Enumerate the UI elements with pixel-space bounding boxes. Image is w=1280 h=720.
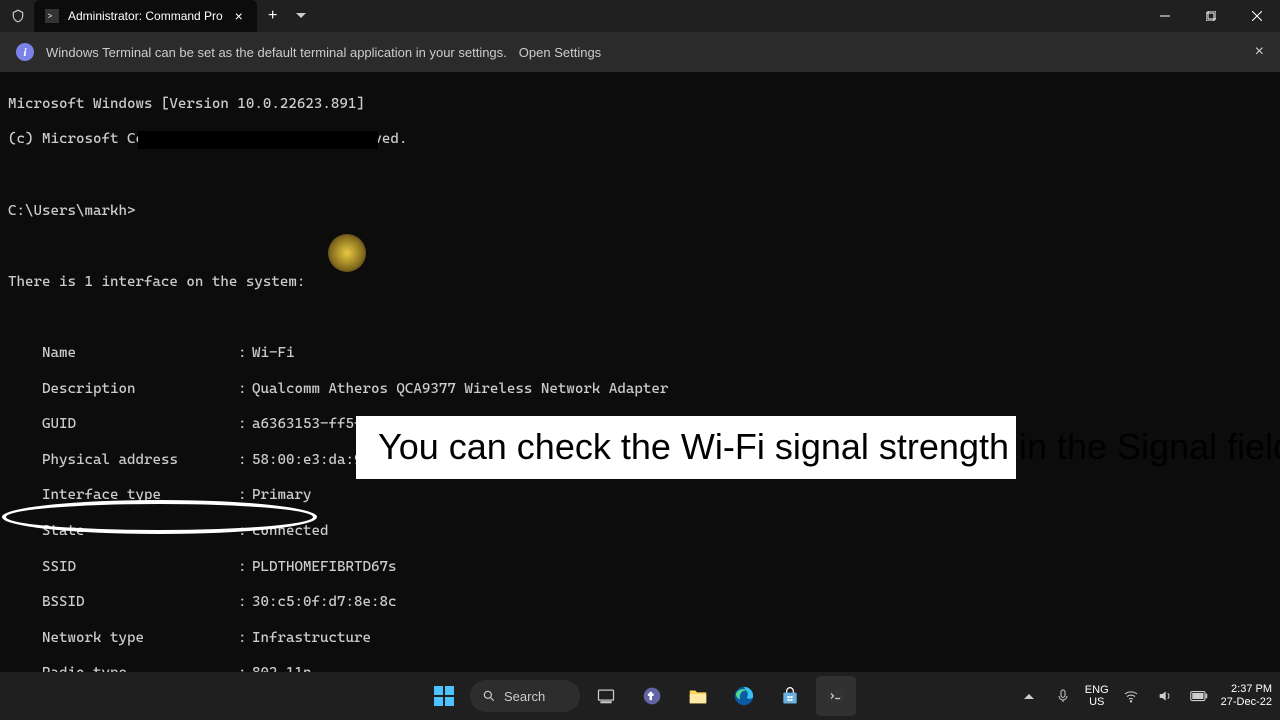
svg-text:>: > [48,13,53,22]
cmd-icon: > [44,8,60,24]
tray-chevron-icon[interactable] [1017,684,1041,708]
interface-header: There is 1 interface on the system: [8,274,1272,292]
battery-icon[interactable] [1187,684,1211,708]
microphone-icon[interactable] [1051,684,1075,708]
search-icon [482,689,496,703]
titlebar: > Administrator: Command Pro × + [0,0,1280,32]
window-controls [1142,0,1280,32]
infobar-text: Windows Terminal can be set as the defau… [46,45,507,60]
maximize-button[interactable] [1188,0,1234,32]
tab-title: Administrator: Command Pro [68,9,223,23]
new-tab-button[interactable]: + [257,0,289,32]
prompt: C:\Users\markh> [8,203,135,219]
language-indicator[interactable]: ENG US [1085,684,1109,708]
start-button[interactable] [424,676,464,716]
shield-icon [10,8,26,24]
tab-close-button[interactable]: × [231,8,247,24]
close-button[interactable] [1234,0,1280,32]
clock[interactable]: 2:37 PM 27-Dec-22 [1221,683,1272,708]
minimize-button[interactable] [1142,0,1188,32]
file-explorer-icon[interactable] [678,676,718,716]
volume-icon[interactable] [1153,684,1177,708]
tab-dropdown-button[interactable] [289,0,313,32]
annotation-text: You can check the Wi-Fi signal strength … [356,416,1016,479]
tab-active[interactable]: > Administrator: Command Pro × [34,0,257,32]
open-settings-link[interactable]: Open Settings [519,45,601,60]
taskbar-search[interactable]: Search [470,680,580,712]
infobar: i Windows Terminal can be set as the def… [0,32,1280,72]
task-view-button[interactable] [586,676,626,716]
info-icon: i [16,43,34,61]
taskbar: Search ENG US [0,672,1280,720]
copyright-line: (c) Microsoft Corporation. All rights re… [8,131,1272,149]
infobar-close-button[interactable]: × [1255,43,1264,61]
store-icon[interactable] [770,676,810,716]
terminal-output[interactable]: Microsoft Windows [Version 10.0.22623.89… [0,72,1280,669]
edge-icon[interactable] [724,676,764,716]
search-label: Search [504,689,545,704]
chat-icon[interactable] [632,676,672,716]
terminal-icon[interactable] [816,676,856,716]
version-line: Microsoft Windows [Version 10.0.22623.89… [8,96,1272,114]
wifi-icon[interactable] [1119,684,1143,708]
